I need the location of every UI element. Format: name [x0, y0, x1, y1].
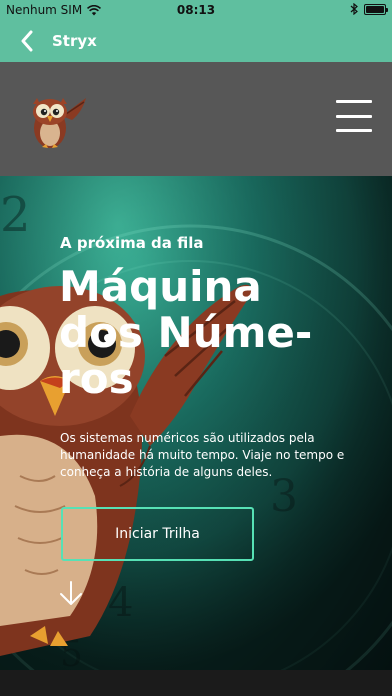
menu-button[interactable]: [336, 100, 372, 132]
hero-title-line: Máquina: [59, 262, 262, 311]
arrow-down-icon[interactable]: [58, 580, 84, 608]
hero-section: 2 3 4 5 A próxima da fila Máquina dos Nú…: [0, 176, 392, 670]
hero-eyebrow: A próxima da fila: [60, 234, 204, 252]
back-button[interactable]: [8, 20, 46, 62]
hero-title: Máquina dos Núme- ros: [59, 264, 359, 402]
nav-title: Stryx: [52, 32, 97, 50]
hamburger-menu-icon-line: [336, 100, 372, 103]
battery-icon: [364, 3, 388, 15]
status-right: [350, 3, 388, 15]
owl-logo-icon[interactable]: [22, 90, 88, 152]
hamburger-menu-icon-line: [336, 114, 372, 118]
hero-title-line: dos Núme-: [59, 308, 313, 357]
battery-fill: [366, 5, 384, 13]
bottom-bar: [0, 670, 392, 696]
hero-title-line: ros: [59, 354, 134, 403]
start-trail-button[interactable]: Iniciar Trilha: [61, 507, 254, 561]
nav-bar: Stryx: [0, 20, 392, 62]
bluetooth-icon: [350, 3, 358, 15]
chevron-left-icon: [21, 30, 33, 52]
app-header: [0, 62, 392, 176]
hamburger-menu-icon-line: [336, 129, 372, 132]
status-time: 08:13: [176, 3, 216, 17]
status-bar: Nenhum SIM 08:13: [0, 0, 392, 20]
hero-description: Os sistemas numéricos são utilizados pel…: [60, 431, 345, 479]
